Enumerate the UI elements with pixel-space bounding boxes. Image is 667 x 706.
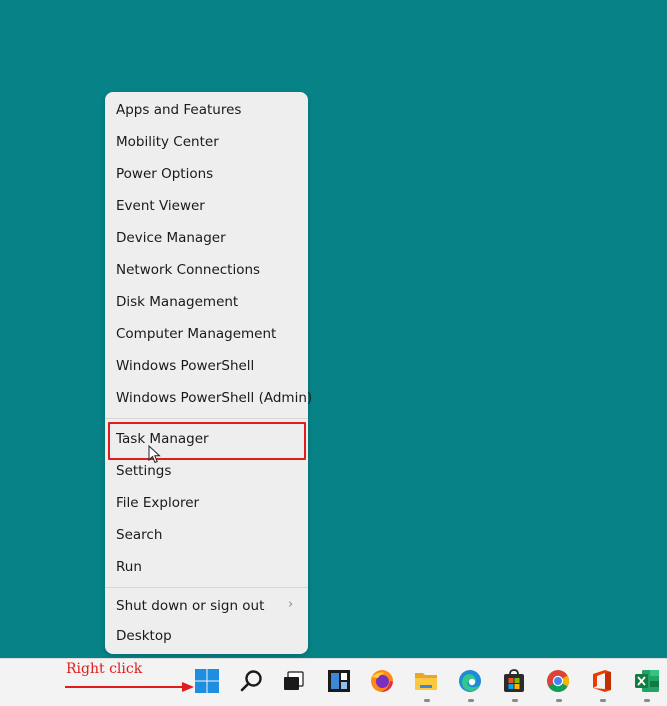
running-indicator	[600, 699, 606, 702]
menu-item-desktop[interactable]: Desktop	[116, 625, 172, 647]
menu-item-disk-management[interactable]: Disk Management	[116, 291, 238, 313]
search-icon[interactable]	[239, 668, 265, 694]
menu-item-run[interactable]: Run	[116, 556, 142, 578]
menu-separator	[105, 418, 308, 419]
menu-item-windows-powershell-admin[interactable]: Windows PowerShell (Admin)	[116, 387, 312, 409]
winx-context-menu: Apps and Features Mobility Center Power …	[105, 92, 312, 654]
office-icon[interactable]	[589, 668, 615, 694]
excel-icon[interactable]	[634, 668, 660, 694]
menu-item-apps-and-features[interactable]: Apps and Features	[116, 99, 241, 121]
menu-item-settings[interactable]: Settings	[116, 460, 171, 482]
menu-item-device-manager[interactable]: Device Manager	[116, 227, 226, 249]
mouse-cursor-icon	[148, 445, 161, 464]
running-indicator	[644, 699, 650, 702]
menu-separator	[105, 587, 308, 588]
file-explorer-icon[interactable]	[413, 668, 439, 694]
firefox-icon[interactable]	[369, 668, 395, 694]
running-indicator	[512, 699, 518, 702]
menu-item-task-manager[interactable]: Task Manager	[116, 428, 209, 450]
running-indicator	[468, 699, 474, 702]
menu-item-network-connections[interactable]: Network Connections	[116, 259, 260, 281]
running-indicator	[556, 699, 562, 702]
running-indicator	[424, 699, 430, 702]
menu-item-mobility-center[interactable]: Mobility Center	[116, 131, 219, 153]
menu-item-shut-down-or-sign-out[interactable]: Shut down or sign out	[116, 595, 264, 617]
windows-start-icon[interactable]	[194, 668, 220, 694]
store-icon[interactable]	[501, 668, 527, 694]
annotation-arrow-icon	[65, 682, 194, 692]
menu-item-file-explorer[interactable]: File Explorer	[116, 492, 199, 514]
menu-item-power-options[interactable]: Power Options	[116, 163, 213, 185]
widgets-icon[interactable]	[326, 668, 352, 694]
chrome-icon[interactable]	[545, 668, 571, 694]
task-view-icon[interactable]	[281, 668, 307, 694]
right-click-annotation: Right click	[66, 661, 143, 677]
edge-icon[interactable]	[457, 668, 483, 694]
menu-item-windows-powershell[interactable]: Windows PowerShell	[116, 355, 254, 377]
chevron-right-icon: ›	[288, 597, 294, 612]
menu-item-computer-management[interactable]: Computer Management	[116, 323, 276, 345]
menu-item-search[interactable]: Search	[116, 524, 162, 546]
menu-item-event-viewer[interactable]: Event Viewer	[116, 195, 205, 217]
